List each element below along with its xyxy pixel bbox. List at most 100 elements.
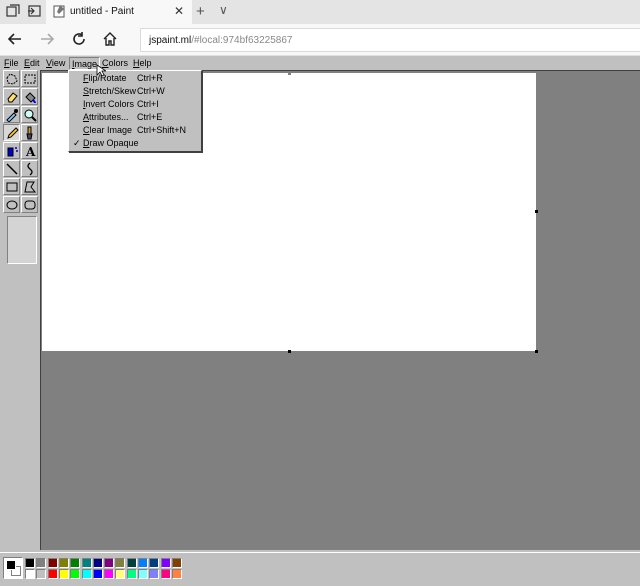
palette-swatch[interactable]: [58, 558, 69, 568]
airbrush-tool[interactable]: [3, 142, 20, 159]
browser-tab-bar: untitled - Paint ✕ + ∨: [0, 0, 640, 24]
rounded-rect-icon: [24, 200, 36, 210]
palette-swatch[interactable]: [81, 569, 92, 579]
palette-swatch[interactable]: [126, 558, 137, 568]
rounded-rect-tool[interactable]: [21, 196, 38, 213]
resize-handle-corner[interactable]: [535, 350, 538, 353]
palette-swatch[interactable]: [104, 558, 115, 568]
menu-item-label: ttributes...: [89, 112, 129, 122]
palette-swatch[interactable]: [149, 569, 160, 579]
mouse-cursor-icon: [96, 64, 106, 77]
palette-swatch[interactable]: [25, 558, 35, 568]
palette-swatch[interactable]: [126, 569, 137, 579]
toolbox: A: [2, 70, 38, 550]
palette-swatch[interactable]: [81, 558, 92, 568]
palette-swatch[interactable]: [36, 569, 47, 579]
palette-swatch[interactable]: [104, 569, 115, 579]
menu-item-shortcut: Ctrl+E: [137, 112, 163, 122]
ellipse-icon: [6, 200, 18, 210]
address-bar[interactable]: jspaint.ml/#local:974bf63225867: [140, 28, 640, 52]
tab-list-button[interactable]: ∨: [219, 3, 228, 17]
palette-swatch[interactable]: [171, 558, 182, 568]
foreground-color: [6, 560, 16, 570]
color-palette: [0, 552, 640, 586]
menu-label: mage: [74, 59, 98, 69]
curve-icon: [27, 162, 33, 176]
palette-swatch[interactable]: [25, 569, 35, 579]
back-button[interactable]: [6, 30, 26, 50]
pencil-tool[interactable]: [3, 124, 20, 141]
resize-handle-right[interactable]: [535, 210, 538, 213]
color-picker-icon: [6, 109, 18, 122]
refresh-button[interactable]: [70, 30, 90, 50]
palette-swatch[interactable]: [138, 558, 148, 568]
palette-swatch[interactable]: [138, 569, 148, 579]
palette-swatch[interactable]: [115, 558, 126, 568]
menu-help[interactable]: Help: [131, 57, 154, 70]
line-tool[interactable]: [3, 160, 20, 177]
rectangle-icon: [6, 182, 18, 192]
menu-item-attributes[interactable]: Attributes... Ctrl+E: [69, 111, 201, 124]
palette-swatch[interactable]: [160, 558, 171, 568]
palette-swatch[interactable]: [47, 569, 58, 579]
palette-swatch[interactable]: [92, 569, 103, 579]
magnifier-icon: [24, 109, 37, 122]
palette-swatch[interactable]: [115, 569, 126, 579]
palette-swatch[interactable]: [92, 558, 103, 568]
menu-edit[interactable]: Edit: [22, 57, 42, 70]
polygon-tool[interactable]: [21, 178, 38, 195]
fill-bucket-icon: [25, 92, 36, 104]
browser-tab[interactable]: untitled - Paint ✕: [46, 0, 192, 24]
palette-swatch[interactable]: [171, 569, 182, 579]
menu-label: elp: [139, 58, 152, 68]
brush-tool[interactable]: [21, 124, 38, 141]
home-button[interactable]: [101, 30, 121, 50]
checkmark-icon: ✓: [73, 138, 81, 148]
menu-item-label: lear Image: [89, 125, 133, 135]
pencil-icon: [7, 127, 19, 139]
menu-view[interactable]: View: [44, 57, 67, 70]
tab-actions-icon[interactable]: [27, 4, 43, 20]
menu-item-invert-colors[interactable]: Invert Colors Ctrl+I: [69, 98, 201, 111]
palette-swatch[interactable]: [36, 558, 47, 568]
tool-options-panel[interactable]: [7, 216, 37, 264]
browser-nav-bar: jspaint.ml/#local:974bf63225867: [0, 24, 640, 56]
text-tool[interactable]: A: [21, 142, 38, 159]
color-picker-tool[interactable]: [3, 106, 20, 123]
palette-swatch[interactable]: [160, 569, 171, 579]
free-form-select-tool[interactable]: [3, 70, 20, 87]
eraser-tool[interactable]: [3, 88, 20, 105]
rectangle-tool[interactable]: [3, 178, 20, 195]
fill-bucket-tool[interactable]: [21, 88, 38, 105]
palette-swatch[interactable]: [47, 558, 58, 568]
forward-button[interactable]: [38, 30, 58, 50]
menu-item-stretch-skew[interactable]: Stretch/Skew Ctrl+W: [69, 85, 201, 98]
brush-icon: [26, 126, 33, 140]
menu-item-draw-opaque[interactable]: ✓ Draw Opaque: [69, 137, 201, 150]
image-menu-dropdown: Flip/Rotate Ctrl+R Stretch/Skew Ctrl+W I…: [68, 70, 202, 152]
palette-swatch[interactable]: [70, 569, 81, 579]
palette-swatch[interactable]: [149, 558, 160, 568]
curve-tool[interactable]: [21, 160, 38, 177]
menu-label: iew: [51, 58, 66, 68]
magnifier-tool[interactable]: [21, 106, 38, 123]
new-tab-button[interactable]: +: [196, 3, 205, 20]
resize-handle-bottom[interactable]: [288, 350, 291, 353]
rect-select-tool[interactable]: [21, 70, 38, 87]
palette-swatch[interactable]: [58, 569, 69, 579]
resize-handle-top: [288, 72, 291, 75]
eraser-icon: [7, 92, 18, 103]
workspaces-icon[interactable]: [6, 4, 22, 20]
palette-swatch[interactable]: [70, 558, 81, 568]
menu-label: dit: [30, 58, 40, 68]
menu-item-flip-rotate[interactable]: Flip/Rotate Ctrl+R: [69, 72, 201, 85]
menu-item-clear-image[interactable]: Clear Image Ctrl+Shift+N: [69, 124, 201, 137]
tab-title: untitled - Paint: [70, 6, 134, 17]
rect-select-icon: [24, 74, 36, 84]
tab-close-button[interactable]: ✕: [174, 4, 184, 18]
airbrush-icon: [7, 147, 18, 157]
text-icon: A: [25, 145, 36, 158]
menu-file[interactable]: File: [2, 57, 21, 70]
current-colors[interactable]: [3, 557, 23, 579]
ellipse-tool[interactable]: [3, 196, 20, 213]
